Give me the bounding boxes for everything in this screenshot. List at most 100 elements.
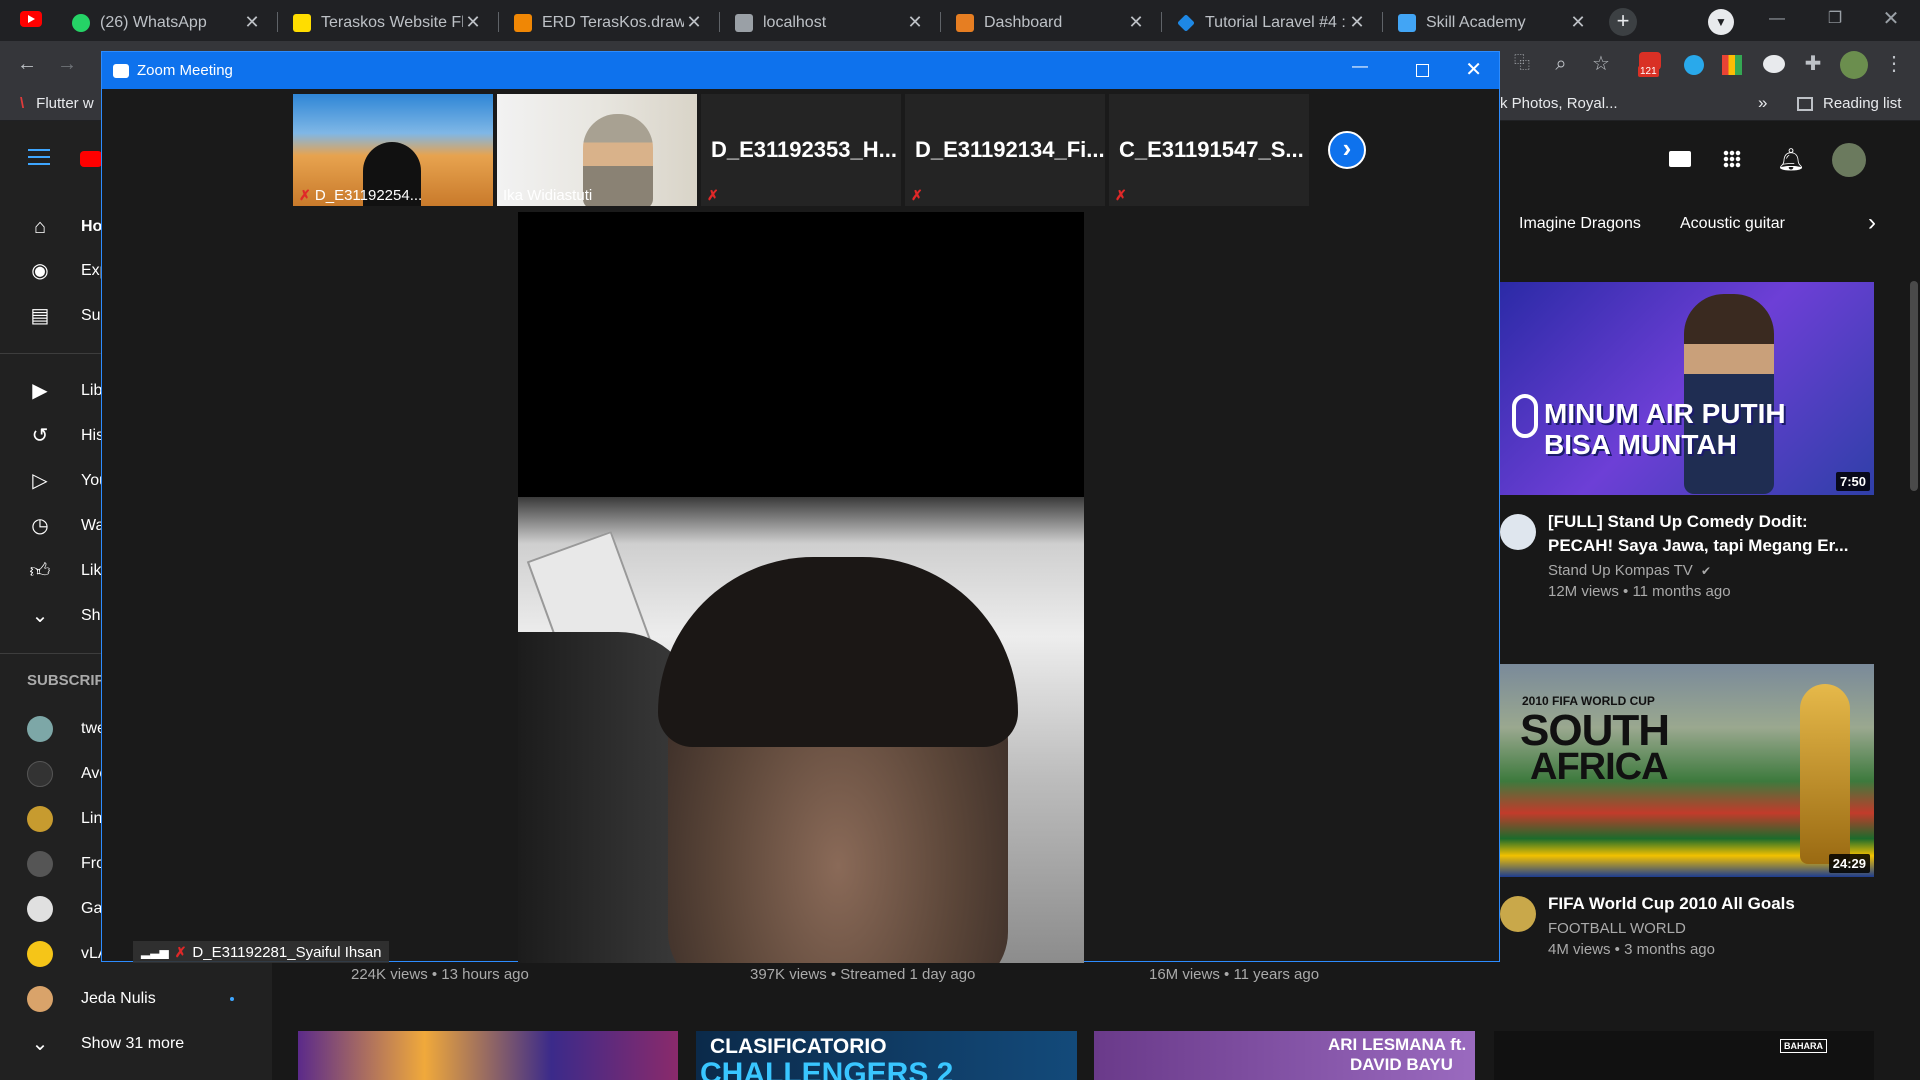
zoom-logo-icon [113, 63, 129, 78]
close-tab-icon[interactable]: ✕ [1568, 12, 1588, 33]
mic-muted-icon: ✗ [174, 943, 187, 960]
new-content-dot [230, 997, 234, 1001]
channel-name[interactable]: Stand Up Kompas TV ✔ [1548, 562, 1711, 579]
chevron-down-icon: ⌄ [31, 1033, 49, 1055]
zoom-minimize-icon[interactable]: — [1352, 58, 1368, 76]
youtube-tab-icon[interactable] [20, 11, 42, 27]
channel-avatar [27, 716, 53, 742]
notifications-bell-icon[interactable]: 🔔︎ [1777, 147, 1805, 173]
chip-acoustic-guitar[interactable]: Acoustic guitar [1680, 215, 1785, 233]
signal-strength-icon: ▂▃▅ [141, 945, 169, 959]
video-meta: 12M views • 11 months ago [1548, 583, 1731, 600]
tab-tutorial-laravel[interactable]: Tutorial Laravel #4 : I ✕ [1167, 4, 1377, 41]
channel-avatar [27, 806, 53, 832]
new-tab-button[interactable]: + [1609, 8, 1637, 36]
tab-search-icon[interactable]: ▼ [1708, 9, 1734, 35]
participant-thumbnail[interactable]: Ika Widiastuti [497, 94, 697, 206]
video-title[interactable]: [FULL] Stand Up Comedy Dodit: PECAH! Say… [1548, 510, 1868, 558]
tab-teraskos-website[interactable]: Teraskos Website Flo ✕ [283, 4, 493, 41]
mic-muted-icon: ✗ [911, 187, 923, 203]
participant-thumbnail[interactable]: D_E31192134_Fi... ✗ [905, 94, 1105, 206]
apps-grid-icon[interactable] [1723, 150, 1741, 168]
hamburger-menu-icon[interactable] [28, 149, 50, 165]
subscriptions-heading: SUBSCRIP [27, 672, 105, 689]
video-thumbnail[interactable] [298, 1031, 678, 1080]
browser-tab-strip: (26) WhatsApp ✕ Teraskos Website Flo ✕ E… [0, 0, 1920, 41]
minimize-browser-icon[interactable]: — [1764, 10, 1790, 28]
profile-avatar[interactable] [1840, 51, 1868, 79]
telegram-extension-icon[interactable] [1684, 55, 1704, 75]
channel-avatar[interactable] [1500, 514, 1536, 550]
extensions-puzzle-icon[interactable]: ✚ [1799, 50, 1827, 78]
close-tab-icon[interactable]: ✕ [905, 12, 925, 33]
color-extension-icon[interactable] [1722, 55, 1742, 75]
create-video-icon[interactable] [1669, 151, 1691, 167]
zoom-title-bar[interactable]: Zoom Meeting — ✕ [102, 52, 1499, 89]
tab-skill-academy[interactable]: Skill Academy ✕ [1388, 4, 1598, 41]
participant-thumbnail[interactable]: D_E31192353_H... ✗ [701, 94, 901, 206]
zoom-window-title: Zoom Meeting [137, 62, 233, 79]
watch-later-icon: ◷ [31, 515, 49, 537]
back-icon[interactable]: ← [13, 50, 41, 78]
close-tab-icon[interactable]: ✕ [1126, 12, 1146, 33]
drawio-icon [514, 13, 532, 32]
comedian-figure [1684, 294, 1774, 494]
show-more-subscriptions[interactable]: ⌄ Show 31 more [0, 1022, 272, 1066]
participant-thumbnail[interactable]: ✗ D_E31192254... [293, 94, 493, 206]
video-thumbnail[interactable]: BAHARA [1494, 1031, 1874, 1080]
video-thumbnail[interactable]: MINUM AIR PUTIH BISA MUNTAH 7:50 [1500, 282, 1874, 495]
home-icon: ⌂ [33, 216, 47, 238]
video-thumbnail[interactable]: ARI LESMANA ft. DAVID BAYU [1094, 1031, 1475, 1080]
history-icon: ↺ [31, 425, 49, 447]
participant-figure [583, 114, 653, 206]
video-meta: 4M views • 3 months ago [1548, 941, 1715, 958]
chevron-down-icon: ⌄ [31, 605, 49, 627]
flutter-bookmark-icon: \ [20, 95, 25, 112]
zoom-close-icon[interactable]: ✕ [1465, 57, 1482, 82]
video-thumbnail[interactable]: CLASIFICATORIO CHALLENGERS 2 [696, 1031, 1077, 1080]
page-scrollbar[interactable] [1910, 281, 1918, 491]
bookmark-photos[interactable]: k Photos, Royal... [1500, 95, 1618, 112]
channel-avatar [27, 761, 53, 787]
chip-imagine-dragons[interactable]: Imagine Dragons [1519, 215, 1641, 233]
channel-avatar[interactable] [1500, 896, 1536, 932]
video-thumbnail[interactable]: 2010 FIFA WORLD CUP SOUTH AFRICA 24:29 [1500, 664, 1874, 877]
laravel-tutorial-icon [1177, 13, 1195, 32]
channel-name[interactable]: FOOTBALL WORLD [1548, 920, 1686, 937]
video-meta: 224K views • 13 hours ago [351, 966, 529, 983]
mask-extension-icon[interactable] [1763, 55, 1785, 73]
tab-dashboard[interactable]: Dashboard ✕ [946, 4, 1156, 41]
bookmark-flutter[interactable]: \ Flutter w [20, 95, 94, 112]
bookmark-star-icon[interactable]: ☆ [1587, 50, 1615, 78]
close-tab-icon[interactable]: ✕ [1347, 12, 1367, 33]
tab-localhost[interactable]: localhost ✕ [725, 4, 935, 41]
zoom-maximize-icon[interactable] [1416, 64, 1429, 77]
next-page-button[interactable]: › [1328, 131, 1366, 169]
mic-muted-icon: ✗ [299, 187, 311, 203]
subscriptions-icon: ▤ [30, 305, 50, 327]
youtube-logo-icon[interactable] [80, 151, 102, 167]
subscription-item-jeda-nulis[interactable]: Jeda Nulis [0, 977, 272, 1021]
close-tab-icon[interactable]: ✕ [242, 12, 262, 33]
zoom-icon[interactable]: ⌕ [1547, 50, 1575, 78]
video-title[interactable]: FIFA World Cup 2010 All Goals [1548, 892, 1868, 916]
chip-next-icon[interactable]: › [1868, 209, 1876, 237]
menu-kebab-icon[interactable]: ⋮ [1880, 50, 1908, 78]
participant-thumbnail[interactable]: C_E31191547_S... ✗ [1109, 94, 1309, 206]
video-meta: 16M views • 11 years ago [1149, 966, 1320, 983]
bookmarks-overflow-button[interactable]: » [1758, 93, 1767, 113]
restore-browser-icon[interactable]: ❐ [1822, 8, 1848, 28]
tab-erd-teraskos[interactable]: ERD TerasKos.drawio ✕ [504, 4, 714, 41]
close-tab-icon[interactable]: ✕ [684, 12, 704, 33]
close-browser-icon[interactable]: ✕ [1878, 6, 1904, 31]
forward-icon[interactable]: → [53, 50, 81, 78]
trophy-icon [1800, 684, 1850, 864]
verified-icon: ✔ [1700, 564, 1712, 578]
dashboard-icon [956, 13, 974, 32]
reading-list-button[interactable]: Reading list [1797, 95, 1901, 112]
tab-whatsapp[interactable]: (26) WhatsApp ✕ [62, 4, 272, 41]
extension-badge-icon[interactable]: 121 [1636, 51, 1664, 79]
account-avatar[interactable] [1832, 143, 1866, 177]
close-tab-icon[interactable]: ✕ [463, 12, 483, 33]
translate-icon[interactable]: ⿻ [1508, 50, 1536, 78]
